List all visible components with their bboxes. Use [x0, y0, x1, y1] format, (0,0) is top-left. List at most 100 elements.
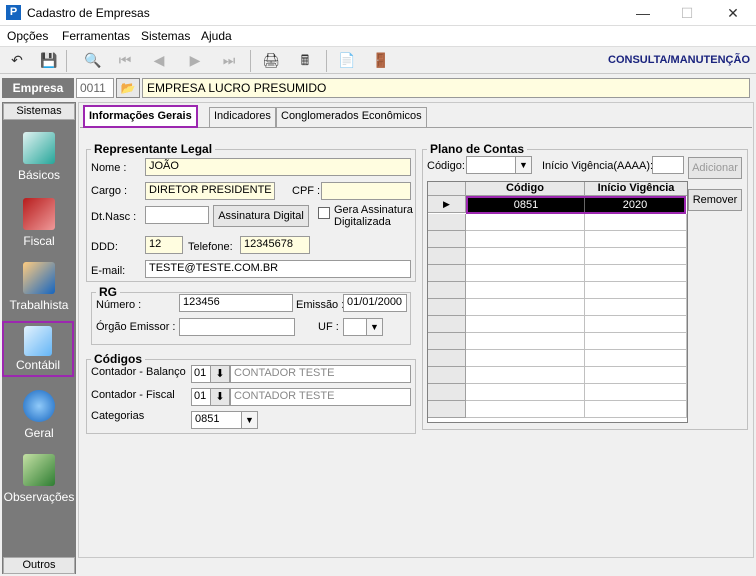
grid-cell-vigencia: 2020	[622, 199, 648, 211]
gera-assinatura-checkbox[interactable]	[318, 207, 330, 219]
grid-empty-row	[466, 333, 687, 350]
undo-icon[interactable]: ↶	[6, 50, 28, 70]
ddd-label: DDD:	[91, 241, 118, 253]
remover-button[interactable]: Remover	[688, 189, 742, 211]
maximize-button[interactable]: ☐	[672, 3, 702, 23]
emissao-label: Emissão :	[296, 299, 345, 311]
uf-label: UF :	[318, 321, 339, 333]
email-label: E-mail:	[91, 265, 126, 277]
grid-empty-row	[466, 231, 687, 248]
chevron-down-icon: ▼	[366, 319, 382, 335]
close-button[interactable]: ✕	[718, 3, 748, 23]
grid-row-indicator	[428, 384, 466, 401]
contador-fiscal-label: Contador - Fiscal	[91, 389, 175, 401]
categorias-select[interactable]: 0851 ▼	[191, 411, 258, 429]
empresa-code-field[interactable]: 0011	[76, 78, 114, 98]
grid-empty-row	[466, 299, 687, 316]
minimize-button[interactable]: —	[628, 3, 658, 23]
menu-ferramentas[interactable]: Ferramentas	[62, 29, 130, 43]
open-folder-button[interactable]: 📂	[116, 78, 140, 98]
grid-empty-row	[466, 384, 687, 401]
plano-codigo-select[interactable]: ▼	[466, 156, 532, 174]
contador-fiscal-code[interactable]: 01	[191, 388, 211, 406]
grid-row-indicator	[428, 265, 466, 282]
representante-legend: Representante Legal	[94, 142, 213, 156]
grid-corner	[428, 182, 466, 196]
chevron-down-icon: ▼	[515, 157, 531, 173]
cpf-field[interactable]	[321, 182, 411, 200]
grid-cell-codigo: 0851	[468, 198, 585, 212]
rg-numero-field[interactable]: 123456	[179, 294, 293, 312]
download-arrow-icon[interactable]: ⬇	[210, 365, 230, 383]
mode-label: CONSULTA/MANUTENÇÃO	[608, 54, 750, 66]
download-arrow-icon[interactable]: ⬇	[210, 388, 230, 406]
rg-legend: RG	[99, 285, 117, 299]
sidebar-item-label: Contábil	[15, 358, 61, 372]
categorias-value: 0851	[195, 413, 220, 425]
observacoes-icon	[23, 454, 55, 486]
menu-opcoes[interactable]: Opções	[7, 29, 48, 43]
tab-conglomerados[interactable]: Conglomerados Econômicos	[276, 107, 427, 127]
table-row[interactable]: 0851 2020	[466, 196, 686, 214]
grid-header-vigencia[interactable]: Início Vigência	[585, 182, 687, 196]
next-record-icon[interactable]: ▶	[184, 50, 206, 70]
contador-balanco-name: CONTADOR TESTE	[230, 365, 411, 383]
emissao-field[interactable]: 01/01/2000	[343, 294, 407, 312]
orgao-emissor-label: Órgão Emissor :	[96, 321, 176, 333]
cargo-field[interactable]: DIRETOR PRESIDENTE	[145, 182, 275, 200]
save-icon[interactable]: 💾	[38, 50, 60, 70]
sidebar-item-contabil[interactable]: Contábil	[2, 321, 74, 377]
nome-label: Nome :	[91, 162, 127, 174]
sidebar-item-trabalhista[interactable]: Trabalhista	[3, 262, 75, 312]
plano-codigo-label: Código:	[427, 160, 465, 172]
last-record-icon[interactable]: ⏭	[218, 50, 240, 70]
contador-balanco-label: Contador - Balanço	[91, 366, 186, 378]
print-icon[interactable]: 🖨	[260, 50, 282, 70]
toolbar-separator	[326, 50, 327, 72]
grid-empty-row	[466, 367, 687, 384]
grid-empty-row	[466, 282, 687, 299]
contador-balanco-code[interactable]: 01	[191, 365, 211, 383]
sidebar-item-observacoes[interactable]: Observações	[3, 454, 75, 504]
assinatura-digital-button[interactable]: Assinatura Digital	[213, 205, 309, 227]
dtnasc-field[interactable]	[145, 206, 209, 224]
grid-row-indicator	[428, 282, 466, 299]
categorias-label: Categorias	[91, 410, 145, 422]
menu-sistemas[interactable]: Sistemas	[141, 29, 190, 43]
gera-assinatura-label: Gera Assinatura Digitalizada	[334, 204, 413, 228]
exit-icon[interactable]: 🚪	[370, 50, 392, 70]
grid-row-indicator	[428, 299, 466, 316]
sidebar-item-fiscal[interactable]: Fiscal	[3, 198, 75, 248]
nome-field[interactable]: JOÃO	[145, 158, 411, 176]
search-icon[interactable]: 🔍	[82, 50, 104, 70]
adicionar-button[interactable]: Adicionar	[688, 157, 742, 179]
orgao-emissor-field[interactable]	[179, 318, 295, 336]
sidebar-header[interactable]: Sistemas	[3, 103, 75, 120]
contador-fiscal-name: CONTADOR TESTE	[230, 388, 411, 406]
grid-empty-row	[466, 350, 687, 367]
grid-header-codigo[interactable]: Código	[466, 182, 585, 196]
email-field[interactable]: TESTE@TESTE.COM.BR	[145, 260, 411, 278]
ddd-field[interactable]: 12	[145, 236, 183, 254]
sidebar-item-label: Observações	[3, 490, 75, 504]
uf-select[interactable]: ▼	[343, 318, 383, 336]
dtnasc-label: Dt.Nasc :	[91, 211, 137, 223]
cpf-label: CPF :	[292, 185, 321, 197]
tab-informacoes-gerais[interactable]: Informações Gerais	[83, 105, 198, 128]
first-record-icon[interactable]: ⏮	[114, 50, 136, 70]
report-icon[interactable]: 📄	[336, 50, 358, 70]
inicio-vigencia-field[interactable]	[652, 156, 684, 174]
sidebar-item-label: Fiscal	[23, 234, 55, 248]
grid-row-indicator	[428, 214, 466, 231]
tab-indicadores[interactable]: Indicadores	[209, 107, 276, 127]
fiscal-icon	[23, 198, 55, 230]
sidebar-item-geral[interactable]: Geral	[3, 390, 75, 440]
sidebar-item-basicos[interactable]: Básicos	[3, 132, 75, 182]
calculator-icon[interactable]: 🖩	[294, 50, 316, 70]
empresa-label: Empresa	[2, 78, 74, 98]
sidebar-footer-outros[interactable]: Outros	[3, 557, 75, 574]
toolbar-separator	[66, 50, 67, 72]
menu-ajuda[interactable]: Ajuda	[201, 29, 232, 43]
telefone-field[interactable]: 12345678	[240, 236, 310, 254]
previous-record-icon[interactable]: ◀	[148, 50, 170, 70]
